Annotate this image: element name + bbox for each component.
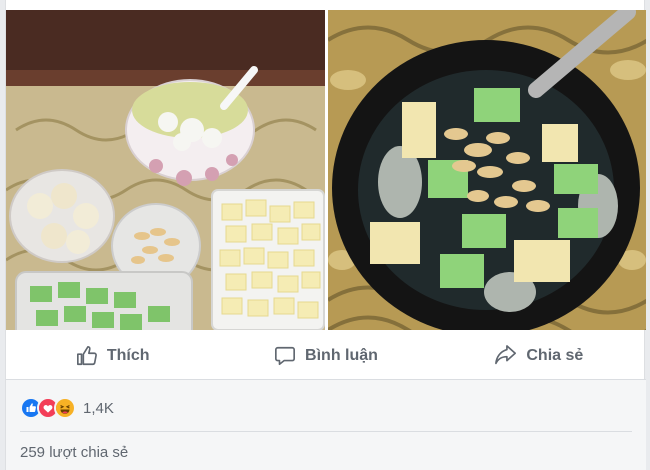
post-actions-bar: Thích Bình luận Chia sẻ (6, 333, 646, 380)
like-icon (76, 345, 98, 367)
share-button[interactable]: Chia sẻ (433, 333, 646, 379)
dessert-ingredients-photo[interactable] (6, 10, 325, 330)
comment-icon (274, 345, 296, 367)
haha-reaction-icon (54, 397, 76, 419)
comment-button[interactable]: Bình luận (219, 333, 432, 379)
post-photos (6, 10, 646, 330)
summary-divider (20, 431, 632, 432)
post-summary: 1,4K 259 lượt chia sẻ (6, 380, 646, 470)
share-label: Chia sẻ (526, 347, 584, 364)
dessert-bowl-photo[interactable] (328, 10, 646, 330)
post-card: Thích Bình luận Chia sẻ 1,4K 259 lượt ch… (5, 0, 646, 470)
share-count-link[interactable]: 259 lượt chia sẻ (20, 444, 128, 461)
reactions-summary[interactable]: 1,4K (20, 397, 114, 419)
like-button[interactable]: Thích (6, 333, 219, 379)
like-label: Thích (106, 347, 150, 364)
reaction-count: 1,4K (83, 399, 114, 417)
comment-label: Bình luận (305, 347, 378, 364)
share-icon (495, 345, 517, 367)
